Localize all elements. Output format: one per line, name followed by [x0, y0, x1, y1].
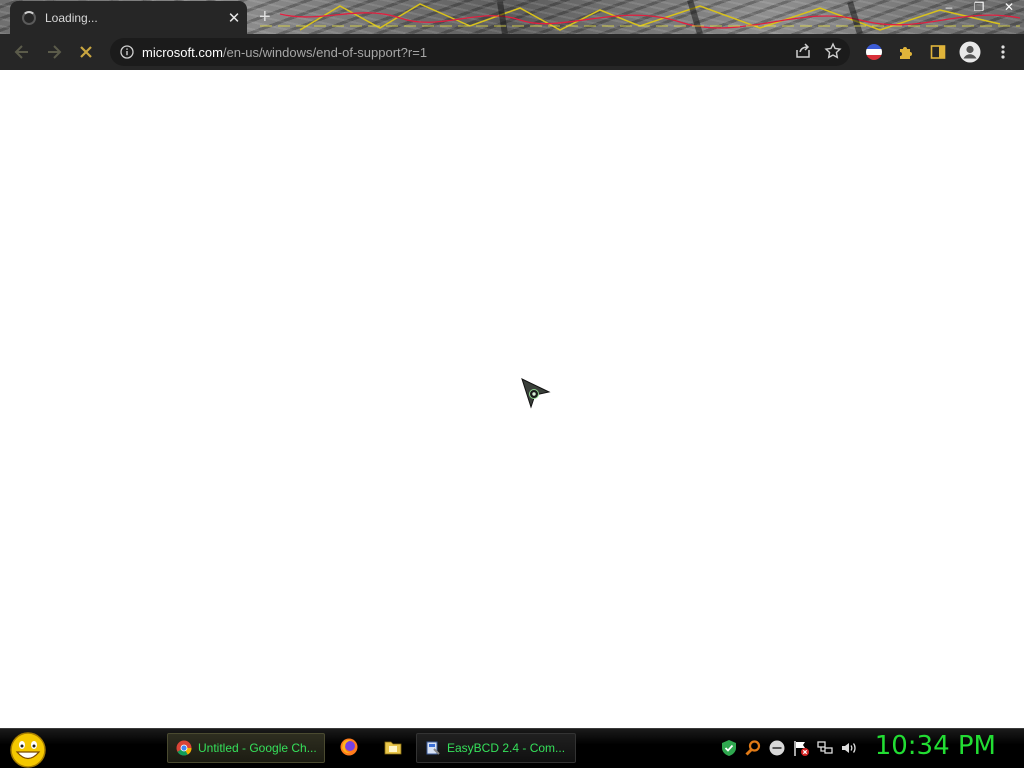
forward-icon	[48, 45, 62, 59]
new-tab-button[interactable]: +	[259, 6, 271, 29]
search-tool-icon[interactable]	[744, 739, 762, 757]
browser-toolbar: microsoft.com/en-us/windows/end-of-suppo…	[0, 34, 1024, 70]
side-panel-icon	[930, 45, 946, 59]
stop-loading-button[interactable]	[70, 36, 102, 68]
mouse-cursor-icon	[521, 378, 551, 409]
extension-flag-icon	[866, 44, 882, 60]
tab-title: Loading...	[45, 10, 98, 25]
browser-tab[interactable]: Loading... ✕	[10, 1, 247, 34]
minus-circle-icon[interactable]	[768, 739, 786, 757]
url-text[interactable]: microsoft.com/en-us/windows/end-of-suppo…	[142, 45, 427, 60]
shield-check-icon[interactable]	[720, 739, 738, 757]
taskbar-clock[interactable]: 10:34 PM	[875, 731, 996, 761]
address-bar[interactable]: microsoft.com/en-us/windows/end-of-suppo…	[110, 38, 850, 66]
omnibox-actions	[794, 42, 842, 60]
profile-icon	[959, 41, 981, 63]
tab-close-icon[interactable]: ✕	[221, 9, 247, 27]
site-info-icon[interactable]	[120, 45, 134, 59]
url-path: /en-us/windows/end-of-support?r=1	[222, 44, 428, 60]
chrome-icon	[176, 740, 192, 756]
stop-icon	[80, 46, 92, 58]
folder-icon[interactable]	[383, 737, 403, 757]
tab-strip: Loading... ✕ + – ❐ ✕	[0, 0, 1024, 34]
start-button-smiley-icon[interactable]	[8, 731, 48, 769]
task-label: EasyBCD 2.4 - Com...	[447, 741, 566, 755]
side-panel-button[interactable]	[923, 34, 953, 70]
back-button[interactable]	[6, 36, 38, 68]
extensions-button[interactable]	[891, 34, 921, 70]
close-window-button[interactable]: ✕	[994, 0, 1024, 16]
flag-alert-icon[interactable]	[792, 739, 810, 757]
menu-icon	[1001, 45, 1005, 59]
network-icon[interactable]	[816, 739, 834, 757]
window-controls: – ❐ ✕	[934, 0, 1024, 16]
minimize-button[interactable]: –	[934, 0, 964, 16]
easybcd-icon	[426, 741, 440, 755]
forward-button[interactable]	[38, 36, 70, 68]
loading-spinner-icon	[22, 10, 36, 25]
bookmark-star-icon[interactable]	[824, 42, 842, 60]
extensions-puzzle-icon	[900, 47, 912, 59]
share-icon[interactable]	[794, 42, 812, 60]
extension-flag-button[interactable]	[859, 34, 889, 70]
maximize-button[interactable]: ❐	[964, 0, 994, 16]
url-host: microsoft.com	[142, 44, 223, 60]
taskbar: Untitled - Google Ch... EasyBCD 2.4 - Co…	[0, 728, 1024, 768]
taskbar-item-easybcd[interactable]: EasyBCD 2.4 - Com...	[416, 733, 576, 763]
profile-button[interactable]	[955, 34, 985, 70]
page-content[interactable]	[0, 70, 1024, 728]
taskbar-item-chrome[interactable]: Untitled - Google Ch...	[167, 733, 325, 763]
firefox-icon[interactable]	[339, 737, 359, 757]
browser-menu-button[interactable]	[988, 34, 1018, 70]
back-icon	[14, 45, 28, 59]
volume-icon[interactable]	[840, 739, 858, 757]
task-label: Untitled - Google Ch...	[198, 741, 317, 755]
